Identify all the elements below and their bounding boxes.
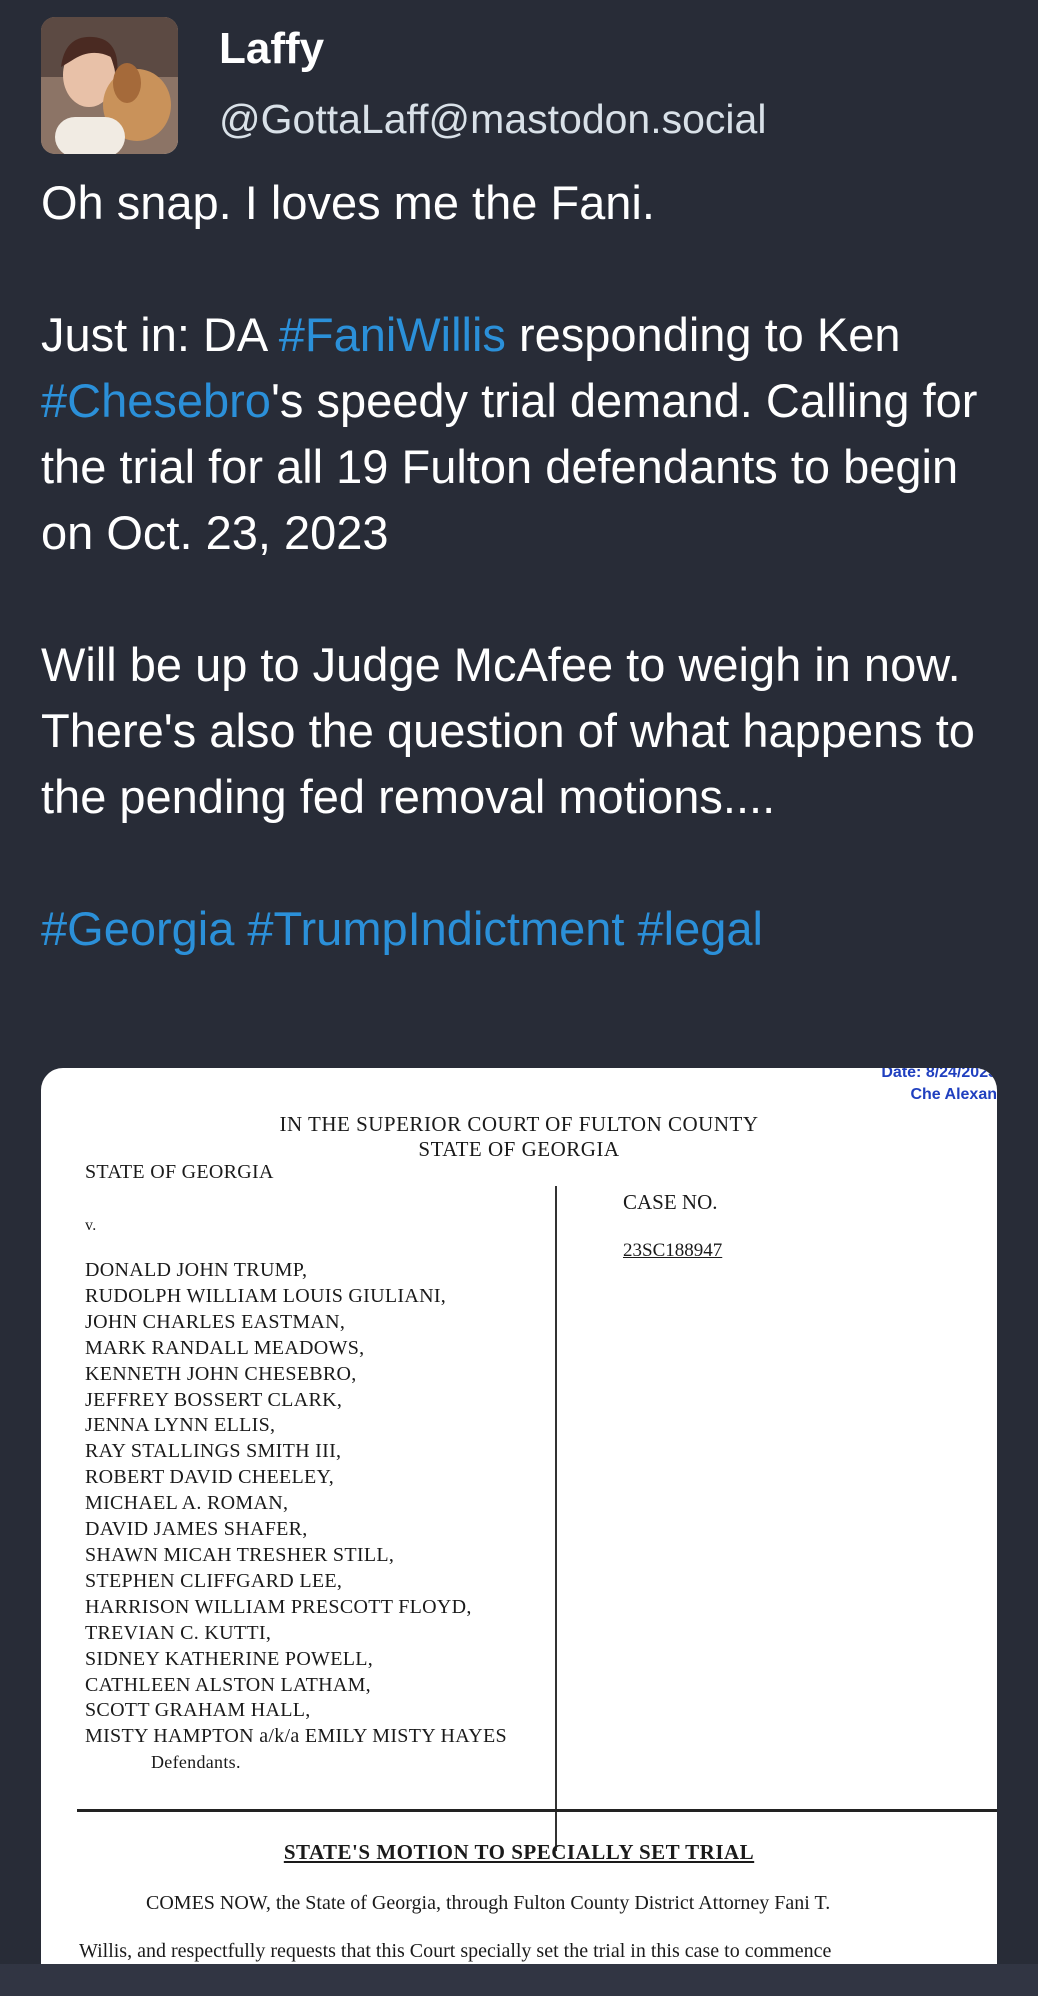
defendant-name: MARK RANDALL MEADOWS, [85,1336,365,1359]
defendant-name: JENNA LYNN ELLIS, [85,1414,276,1437]
plaintiff: STATE OF GEORGIA [85,1161,274,1183]
defendant-name: CATHLEEN ALSTON LATHAM, [85,1673,371,1696]
display-name[interactable]: Laffy [219,21,324,77]
avatar-image [41,17,178,154]
status-text: Will be up to Judge McAfee to weigh in n… [41,638,975,823]
defendant-name: SIDNEY KATHERINE POWELL, [85,1647,374,1670]
defendant-list: DONALD JOHN TRUMP, RUDOLPH WILLIAM LOUIS… [85,1258,507,1776]
court-heading: IN THE SUPERIOR COURT OF FULTON COUNTY [279,1112,759,1136]
hashtag-row: #Georgia #TrumpIndictment #legal [41,896,1016,962]
defendants-label: Defendants. [151,1752,241,1773]
caption-rule [77,1809,997,1812]
hashtag-georgia[interactable]: #Georgia [41,902,234,955]
hashtag-chesebro[interactable]: #Chesebro [41,374,271,427]
filing-stamp: Date: 8/24/2023 Che Alexan [881,1068,997,1106]
defendant-name: HARRISON WILLIAM PRESCOTT FLOYD, [85,1595,472,1618]
defendant-name: JEFFREY BOSSERT CLARK, [85,1388,343,1411]
status-text: Just in: DA [41,308,279,361]
versus: v. [85,1217,97,1234]
status-text: responding to Ken [505,308,901,361]
defendant-name: SCOTT GRAHAM HALL, [85,1699,311,1722]
motion-text-line: COMES NOW, the State of Georgia, through… [146,1892,831,1914]
court-state: STATE OF GEORGIA [418,1137,620,1161]
defendant-name: MISTY HAMPTON a/k/a EMILY MISTY HAYES [85,1725,507,1748]
defendant-name: SHAWN MICAH TRESHER STILL, [85,1543,395,1566]
case-no-label: CASE NO. [623,1190,718,1214]
stamp-clerk: Che Alexan [910,1086,997,1103]
motion-text-line: Willis, and respectfully requests that t… [79,1940,832,1962]
account-handle[interactable]: @GottaLaff@mastodon.social [219,91,766,147]
caption-divider [555,1186,557,1851]
defendant-name: RAY STALLINGS SMITH III, [85,1440,342,1463]
status-paragraph: Will be up to Judge McAfee to weigh in n… [41,632,1016,830]
stamp-date: Date: 8/24/2023 [881,1068,997,1081]
defendant-name: KENNETH JOHN CHESEBRO, [85,1362,357,1385]
status-header: Laffy @GottaLaff@mastodon.social [41,17,1001,157]
defendant-name: DONALD JOHN TRUMP, [85,1259,308,1281]
status-paragraph: Just in: DA #FaniWillis responding to Ke… [41,302,1016,566]
status-content: Oh snap. I loves me the Fani. Just in: D… [41,170,1016,962]
status-paragraph: Oh snap. I loves me the Fani. [41,170,1016,236]
defendant-name: DAVID JAMES SHAFER, [85,1518,308,1541]
case-number: 23SC188947 [623,1240,723,1261]
hashtag-legal[interactable]: #legal [638,902,763,955]
bottom-bar [0,1964,1038,1996]
avatar[interactable] [41,17,178,154]
hashtag-faniwillis[interactable]: #FaniWillis [279,308,506,361]
status-text: Oh snap. I loves me the Fani. [41,176,655,229]
media-attachment[interactable]: Date: 8/24/2023 Che Alexan IN THE SUPERI… [41,1068,997,1964]
defendant-name: RUDOLPH WILLIAM LOUIS GIULIANI, [85,1284,447,1307]
defendant-name: MICHAEL A. ROMAN, [85,1492,289,1515]
motion-title: STATE'S MOTION TO SPECIALLY SET TRIAL [283,1840,755,1864]
hashtag-trumpindictment[interactable]: #TrumpIndictment [247,902,624,955]
defendant-name: JOHN CHARLES EASTMAN, [85,1310,346,1333]
defendant-name: ROBERT DAVID CHEELEY, [85,1466,335,1489]
defendant-name: TREVIAN C. KUTTI, [85,1621,272,1644]
defendant-name: STEPHEN CLIFFGARD LEE, [85,1569,343,1592]
